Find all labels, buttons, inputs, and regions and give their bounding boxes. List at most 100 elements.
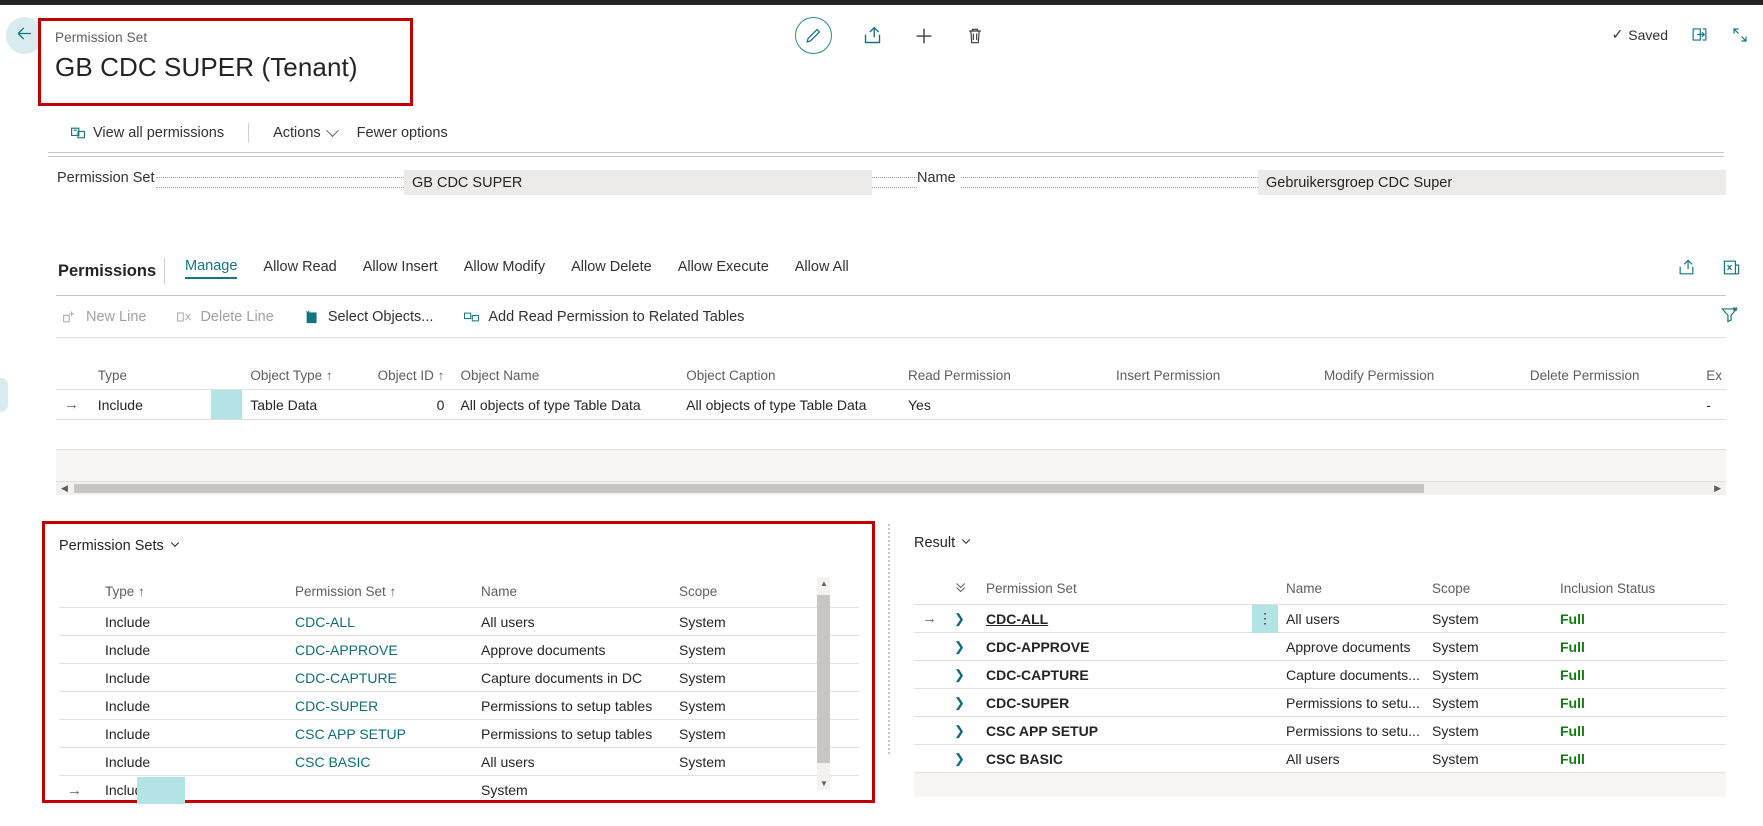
table-row-empty[interactable]: [56, 420, 1726, 450]
grid-col-object-type[interactable]: Object Type ↑: [242, 368, 339, 389]
ps-cell-permission-set[interactable]: CDC-ALL: [287, 614, 473, 630]
ps-cell-permission-set[interactable]: CDC-CAPTURE: [287, 670, 473, 686]
scrollbar-thumb[interactable]: [817, 595, 830, 763]
res-cell-permission-set[interactable]: CSC APP SETUP: [978, 723, 1278, 739]
list-item[interactable]: Include CDC-APPROVE Approve documents Sy…: [59, 636, 859, 664]
res-col-name[interactable]: Name: [1278, 581, 1424, 596]
ps-cell-scope[interactable]: System: [671, 698, 811, 714]
ps-cell-name[interactable]: Permissions to setup tables: [473, 726, 671, 742]
table-row[interactable]: ❯ CDC-CAPTURE Capture documents... Syste…: [914, 661, 1726, 689]
ps-cell-type[interactable]: Include: [97, 670, 287, 686]
ps-col-name[interactable]: Name: [473, 584, 671, 599]
ps-cell-scope[interactable]: System: [671, 754, 811, 770]
list-item[interactable]: Include CSC BASIC All users System: [59, 748, 859, 776]
open-in-new-window-icon[interactable]: [1690, 25, 1709, 44]
grid-col-delete-permission[interactable]: Delete Permission: [1522, 368, 1698, 389]
table-row[interactable]: ❯ CSC APP SETUP Permissions to setu... S…: [914, 717, 1726, 745]
ps-cell-scope[interactable]: System: [671, 614, 811, 630]
permission-sets-panel-title[interactable]: Permission Sets: [59, 538, 181, 554]
ps-cell-permission-set[interactable]: CSC BASIC: [287, 754, 473, 770]
ps-cell-permission-set[interactable]: CDC-SUPER: [287, 698, 473, 714]
result-panel-title[interactable]: Result: [914, 535, 972, 551]
plus-icon[interactable]: [913, 25, 935, 47]
res-cell-name[interactable]: Permissions to setu...: [1278, 695, 1424, 711]
ps-cell-name[interactable]: All users: [473, 614, 671, 630]
res-col-inclusion-status[interactable]: Inclusion Status: [1552, 581, 1722, 596]
permission-sets-vertical-scrollbar[interactable]: ▲ ▼: [817, 577, 830, 790]
res-cell-permission-set[interactable]: CDC-SUPER: [978, 695, 1278, 711]
expand-row-icon[interactable]: ❯: [946, 751, 978, 767]
res-col-scope[interactable]: Scope: [1424, 581, 1552, 596]
res-cell-inclusion-status[interactable]: Full: [1552, 639, 1722, 655]
edit-pencil-icon[interactable]: [795, 17, 832, 54]
scroll-right-icon[interactable]: ▶: [1714, 483, 1721, 494]
res-cell-inclusion-status[interactable]: Full: [1552, 667, 1722, 683]
res-cell-name[interactable]: Capture documents...: [1278, 667, 1424, 683]
ps-cell-type-partial[interactable]: Include: [97, 782, 137, 798]
ps-col-type[interactable]: Type ↑: [97, 584, 287, 599]
tab-allow-modify[interactable]: Allow Modify: [464, 259, 545, 278]
res-cell-scope[interactable]: System: [1424, 611, 1552, 627]
ps-cell-name[interactable]: Approve documents: [473, 642, 671, 658]
share-icon[interactable]: [1677, 258, 1696, 282]
grid-col-modify-permission[interactable]: Modify Permission: [1316, 368, 1522, 389]
cell-type[interactable]: Include: [90, 397, 211, 413]
grid-col-type[interactable]: Type: [90, 368, 211, 389]
name-input[interactable]: Gebruikersgroep CDC Super: [1258, 170, 1726, 195]
ps-cell-scope-partial[interactable]: System: [473, 782, 613, 798]
expand-row-icon[interactable]: ❯: [946, 639, 978, 655]
grid-col-execute-permission[interactable]: Ex: [1698, 368, 1726, 389]
table-row[interactable]: ❯ CSC BASIC All users System Full: [914, 745, 1726, 773]
grid-col-object-caption[interactable]: Object Caption: [678, 368, 900, 389]
share-icon[interactable]: [862, 25, 883, 46]
res-col-permission-set[interactable]: Permission Set: [978, 581, 1278, 596]
table-row[interactable]: → Include Table Data 0 All objects of ty…: [56, 390, 1726, 420]
ps-cell-type[interactable]: Include: [97, 642, 287, 658]
view-all-permissions-button[interactable]: View all permissions: [60, 123, 234, 143]
collapse-icon[interactable]: [1731, 26, 1749, 44]
tab-allow-read[interactable]: Allow Read: [263, 259, 336, 278]
expand-row-icon[interactable]: ❯: [946, 723, 978, 739]
tab-allow-all[interactable]: Allow All: [795, 259, 849, 278]
list-item[interactable]: → Include System: [59, 776, 859, 804]
new-line-button[interactable]: New Line: [62, 309, 146, 325]
res-cell-scope[interactable]: System: [1424, 723, 1552, 739]
add-read-permission-button[interactable]: Add Read Permission to Related Tables: [463, 309, 744, 325]
cell-object-name[interactable]: All objects of type Table Data: [452, 397, 678, 413]
tab-allow-execute[interactable]: Allow Execute: [678, 259, 769, 278]
ps-cell-scope[interactable]: System: [671, 670, 811, 686]
res-cell-name[interactable]: All users: [1278, 611, 1424, 627]
res-cell-inclusion-status[interactable]: Full: [1552, 611, 1722, 627]
delete-line-button[interactable]: Delete Line: [176, 309, 274, 325]
res-cell-permission-set[interactable]: CDC-ALL: [978, 611, 1252, 627]
scroll-up-icon[interactable]: ▲: [820, 579, 828, 588]
scroll-left-icon[interactable]: ◀: [61, 483, 68, 494]
row-actions-kebab-icon[interactable]: ⋮: [1252, 604, 1278, 633]
table-row[interactable]: ❯ CDC-SUPER Permissions to setu... Syste…: [914, 689, 1726, 717]
trash-icon[interactable]: [965, 26, 985, 46]
list-item[interactable]: Include CDC-SUPER Permissions to setup t…: [59, 692, 859, 720]
cell-object-id[interactable]: 0: [339, 397, 452, 413]
ps-cell-name[interactable]: Permissions to setup tables: [473, 698, 671, 714]
res-cell-name[interactable]: Permissions to setu...: [1278, 723, 1424, 739]
permission-set-input[interactable]: GB CDC SUPER: [404, 170, 872, 195]
res-cell-permission-set[interactable]: CDC-APPROVE: [978, 639, 1278, 655]
grid-col-insert-permission[interactable]: Insert Permission: [1108, 368, 1316, 389]
res-cell-scope[interactable]: System: [1424, 639, 1552, 655]
grid-col-read-permission[interactable]: Read Permission: [900, 368, 1108, 389]
res-cell-name[interactable]: All users: [1278, 751, 1424, 767]
side-tab-handle[interactable]: [0, 378, 8, 412]
ps-cell-name[interactable]: Capture documents in DC: [473, 670, 671, 686]
filter-settings-icon[interactable]: [1720, 305, 1739, 329]
ps-col-permission-set[interactable]: Permission Set ↑: [287, 584, 473, 599]
ps-cell-name[interactable]: All users: [473, 754, 671, 770]
tab-allow-delete[interactable]: Allow Delete: [571, 259, 652, 278]
ps-cell-type[interactable]: Include: [97, 726, 287, 742]
res-cell-name[interactable]: Approve documents: [1278, 639, 1424, 655]
cell-object-caption[interactable]: All objects of type Table Data: [678, 397, 900, 413]
list-item[interactable]: Include CSC APP SETUP Permissions to set…: [59, 720, 859, 748]
res-cell-permission-set[interactable]: CSC BASIC: [978, 751, 1278, 767]
scrollbar-thumb[interactable]: [74, 484, 1424, 493]
ps-cell-permission-set[interactable]: CSC APP SETUP: [287, 726, 473, 742]
list-item[interactable]: Include CDC-ALL All users System: [59, 608, 859, 636]
